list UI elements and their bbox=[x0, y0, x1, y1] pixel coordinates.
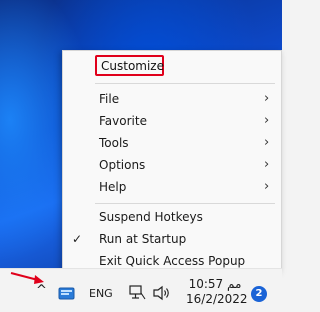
system-clock[interactable]: 10:57 مم 16/2/2022 bbox=[186, 277, 248, 307]
menu-separator bbox=[95, 203, 275, 204]
chevron-right-icon: › bbox=[264, 157, 270, 172]
menu-separator bbox=[95, 83, 275, 84]
language-indicator[interactable]: ENG bbox=[89, 287, 113, 300]
menu-item-label: Tools bbox=[99, 136, 129, 150]
menu-item-suspend-hotkeys[interactable]: Suspend Hotkeys bbox=[63, 206, 281, 228]
menu-item-tools[interactable]: Tools › bbox=[63, 132, 281, 154]
menu-item-help[interactable]: Help › bbox=[63, 176, 281, 198]
menu-item-label: Favorite bbox=[99, 114, 147, 128]
qap-tray-icon[interactable] bbox=[58, 287, 76, 301]
chevron-right-icon: › bbox=[264, 135, 270, 150]
menu-item-label: Suspend Hotkeys bbox=[99, 210, 203, 224]
clock-time: 10:57 مم bbox=[188, 277, 242, 291]
customize-label: Customize bbox=[101, 59, 164, 73]
menu-item-label: File bbox=[99, 92, 120, 106]
network-icon[interactable] bbox=[128, 284, 146, 302]
menu-item-run-at-startup[interactable]: ✓ Run at Startup bbox=[63, 228, 281, 250]
menu-item-label: Run at Startup bbox=[99, 232, 187, 246]
clock-date: 16/2/2022 bbox=[186, 292, 248, 306]
menu-item-label: Options bbox=[99, 158, 146, 172]
menu-item-favorite[interactable]: Favorite › bbox=[63, 110, 281, 132]
chevron-up-icon[interactable]: ^ bbox=[36, 283, 47, 298]
chevron-right-icon: › bbox=[264, 113, 270, 128]
chevron-right-icon: › bbox=[264, 179, 270, 194]
customize-menu-item[interactable]: Customize bbox=[95, 55, 164, 76]
chevron-right-icon: › bbox=[264, 91, 270, 106]
menu-item-file[interactable]: File › bbox=[63, 88, 281, 110]
menu-item-options[interactable]: Options › bbox=[63, 154, 281, 176]
checkmark-icon: ✓ bbox=[72, 232, 83, 246]
volume-icon[interactable] bbox=[152, 285, 172, 301]
context-menu: Customize File › Favorite › Tools › Opti… bbox=[62, 50, 282, 271]
notification-badge[interactable]: 2 bbox=[251, 286, 267, 302]
menu-item-label: Help bbox=[99, 180, 127, 194]
